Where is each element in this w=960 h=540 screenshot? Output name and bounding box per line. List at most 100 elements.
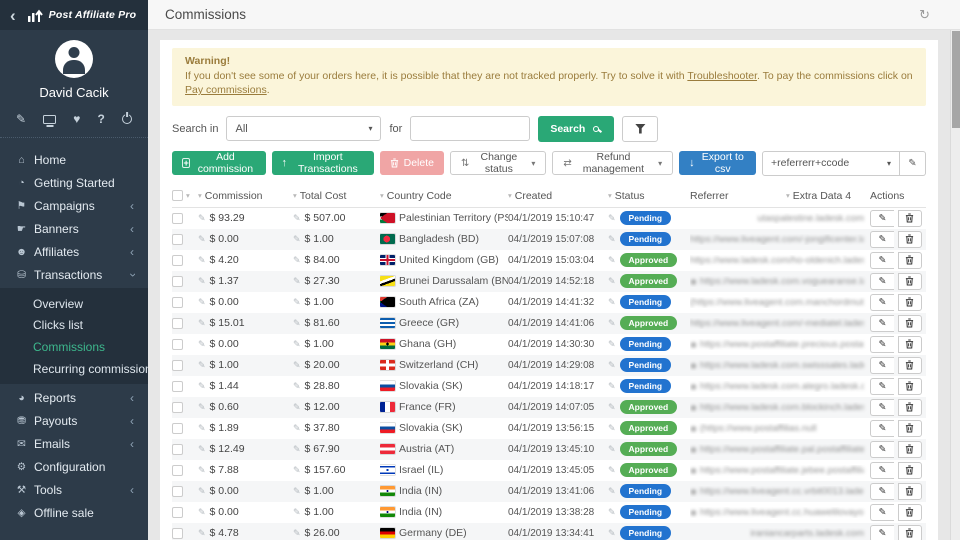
row-checkbox[interactable] [172, 255, 183, 266]
search-input[interactable] [410, 116, 530, 141]
select-all-checkbox[interactable] [172, 190, 183, 201]
sort-icon[interactable]: ▾ [293, 191, 297, 200]
row-edit-button[interactable]: ✎ [870, 378, 894, 395]
col-created[interactable]: Created [515, 190, 552, 202]
col-commission[interactable]: Commission [205, 190, 263, 202]
row-delete-button[interactable] [898, 483, 922, 500]
edit-total-cost-icon[interactable]: ✎ [293, 276, 301, 287]
edit-total-cost-icon[interactable]: ✎ [293, 528, 301, 539]
sort-icon[interactable]: ▾ [186, 191, 190, 200]
scrollbar[interactable] [950, 30, 960, 540]
row-delete-button[interactable] [898, 252, 922, 269]
export-csv-button[interactable]: ↓ Export to csv [679, 151, 756, 175]
change-status-button[interactable]: ⇅ Change status ▾ [450, 151, 546, 175]
edit-total-cost-icon[interactable]: ✎ [293, 465, 301, 476]
row-delete-button[interactable] [898, 357, 922, 374]
row-checkbox[interactable] [172, 213, 183, 224]
search-button[interactable]: Search [538, 116, 614, 142]
scrollbar-thumb[interactable] [952, 31, 960, 128]
row-checkbox[interactable] [172, 528, 183, 539]
row-delete-button[interactable] [898, 420, 922, 437]
edit-columns-button[interactable]: ✎ [900, 151, 926, 176]
edit-status-icon[interactable]: ✎ [608, 318, 616, 329]
sidebar-subitem-clicks-list[interactable]: Clicks list [0, 315, 148, 337]
edit-total-cost-icon[interactable]: ✎ [293, 381, 301, 392]
edit-total-cost-icon[interactable]: ✎ [293, 444, 301, 455]
row-checkbox[interactable] [172, 465, 183, 476]
edit-status-icon[interactable]: ✎ [608, 360, 616, 371]
row-delete-button[interactable] [898, 273, 922, 290]
edit-total-cost-icon[interactable]: ✎ [293, 297, 301, 308]
row-edit-button[interactable]: ✎ [870, 357, 894, 374]
sidebar-subitem-overview[interactable]: Overview [0, 293, 148, 315]
edit-commission-icon[interactable]: ✎ [198, 318, 206, 329]
sidebar-item-home[interactable]: ⌂ Home [0, 148, 148, 171]
edit-commission-icon[interactable]: ✎ [198, 234, 206, 245]
row-checkbox[interactable] [172, 276, 183, 287]
edit-commission-icon[interactable]: ✎ [198, 444, 206, 455]
edit-total-cost-icon[interactable]: ✎ [293, 255, 301, 266]
row-delete-button[interactable] [898, 399, 922, 416]
edit-commission-icon[interactable]: ✎ [198, 360, 206, 371]
edit-total-cost-icon[interactable]: ✎ [293, 213, 301, 224]
row-checkbox[interactable] [172, 486, 183, 497]
col-total-cost[interactable]: Total Cost [300, 190, 347, 202]
col-extra-data[interactable]: Extra Data 4 [793, 190, 851, 202]
row-checkbox[interactable] [172, 318, 183, 329]
sort-icon[interactable]: ▾ [380, 191, 384, 200]
edit-total-cost-icon[interactable]: ✎ [293, 486, 301, 497]
edit-total-cost-icon[interactable]: ✎ [293, 402, 301, 413]
edit-status-icon[interactable]: ✎ [608, 486, 616, 497]
edit-commission-icon[interactable]: ✎ [198, 402, 206, 413]
row-edit-button[interactable]: ✎ [870, 336, 894, 353]
row-edit-button[interactable]: ✎ [870, 294, 894, 311]
edit-profile-icon[interactable]: ✎ [16, 113, 26, 125]
row-delete-button[interactable] [898, 294, 922, 311]
row-checkbox[interactable] [172, 360, 183, 371]
sidebar-item-emails[interactable]: ✉ Emails ‹ [0, 432, 148, 455]
sidebar-item-getting-started[interactable]: ◔ Getting Started [0, 171, 148, 194]
edit-status-icon[interactable]: ✎ [608, 234, 616, 245]
row-checkbox[interactable] [172, 507, 183, 518]
app-logo[interactable]: Post Affiliate Pro [28, 8, 137, 22]
heart-icon[interactable]: ♥ [73, 113, 80, 125]
edit-total-cost-icon[interactable]: ✎ [293, 423, 301, 434]
edit-status-icon[interactable]: ✎ [608, 507, 616, 518]
row-checkbox[interactable] [172, 381, 183, 392]
sidebar-item-banners[interactable]: ☛ Banners ‹ [0, 217, 148, 240]
sidebar-item-configuration[interactable]: ⚙ Configuration [0, 455, 148, 478]
edit-total-cost-icon[interactable]: ✎ [293, 507, 301, 518]
edit-commission-icon[interactable]: ✎ [198, 297, 206, 308]
sidebar-item-affiliates[interactable]: ☻ Affiliates ‹ [0, 240, 148, 263]
search-in-select[interactable]: All ▾ [226, 116, 381, 141]
edit-status-icon[interactable]: ✎ [608, 402, 616, 413]
row-delete-button[interactable] [898, 378, 922, 395]
row-edit-button[interactable]: ✎ [870, 504, 894, 521]
edit-commission-icon[interactable]: ✎ [198, 381, 206, 392]
row-edit-button[interactable]: ✎ [870, 399, 894, 416]
columns-select[interactable]: +referrerr+ccode ▾ [762, 151, 900, 176]
edit-total-cost-icon[interactable]: ✎ [293, 234, 301, 245]
row-checkbox[interactable] [172, 444, 183, 455]
row-edit-button[interactable]: ✎ [870, 441, 894, 458]
back-button[interactable]: ‹ [10, 7, 16, 24]
edit-status-icon[interactable]: ✎ [608, 423, 616, 434]
col-country-code[interactable]: Country Code [387, 190, 452, 202]
row-delete-button[interactable] [898, 231, 922, 248]
row-edit-button[interactable]: ✎ [870, 315, 894, 332]
edit-status-icon[interactable]: ✎ [608, 339, 616, 350]
row-edit-button[interactable]: ✎ [870, 525, 894, 540]
row-delete-button[interactable] [898, 462, 922, 479]
row-checkbox[interactable] [172, 423, 183, 434]
edit-commission-icon[interactable]: ✎ [198, 465, 206, 476]
edit-status-icon[interactable]: ✎ [608, 381, 616, 392]
edit-commission-icon[interactable]: ✎ [198, 486, 206, 497]
edit-commission-icon[interactable]: ✎ [198, 255, 206, 266]
troubleshooter-link[interactable]: Troubleshooter [687, 70, 757, 82]
edit-commission-icon[interactable]: ✎ [198, 213, 206, 224]
row-checkbox[interactable] [172, 402, 183, 413]
import-transactions-button[interactable]: ↑ Import Transactions [272, 151, 374, 175]
pay-commissions-link[interactable]: Pay commissions [185, 84, 267, 96]
row-edit-button[interactable]: ✎ [870, 231, 894, 248]
sidebar-item-reports[interactable]: ◕ Reports ‹ [0, 386, 148, 409]
